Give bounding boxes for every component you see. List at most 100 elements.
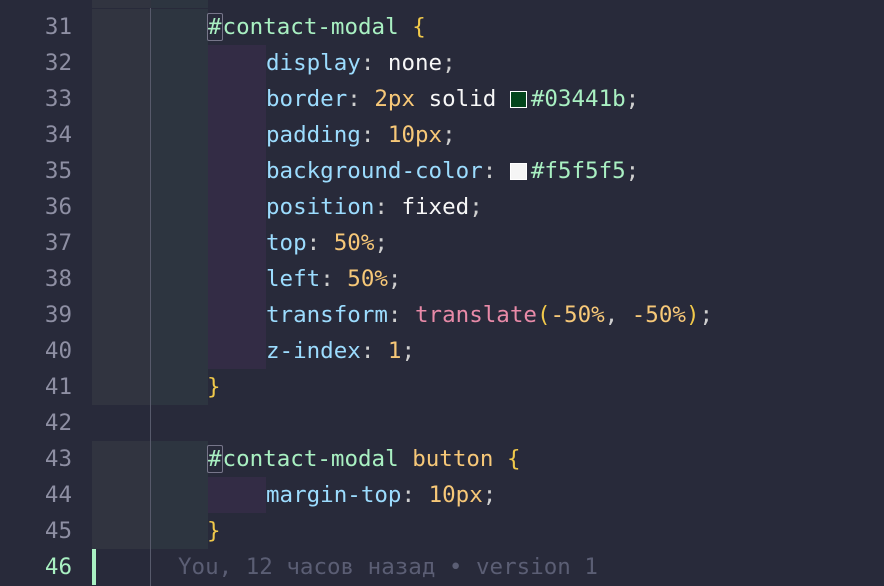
line-number: 45 bbox=[44, 518, 72, 544]
line-number: 31 bbox=[44, 14, 72, 40]
code-line[interactable]: 42 bbox=[0, 405, 884, 441]
code-text: position: fixed; bbox=[266, 194, 483, 220]
indent-region bbox=[92, 477, 150, 513]
property-name: padding bbox=[266, 122, 361, 148]
git-blame-annotation: You, 12 часов назад • version 1 bbox=[178, 554, 598, 580]
line-number: 40 bbox=[44, 338, 72, 364]
code-text: top: 50%; bbox=[266, 230, 388, 256]
indent-region bbox=[208, 477, 266, 513]
property-name: background-color bbox=[266, 158, 483, 184]
code-text: margin-top: 10px; bbox=[266, 482, 497, 508]
indent-region bbox=[151, 297, 208, 333]
code-line[interactable]: 40 z-index: 1; bbox=[0, 333, 884, 369]
color-swatch-icon[interactable] bbox=[509, 163, 527, 180]
indent-region bbox=[208, 333, 266, 369]
indent-region bbox=[92, 513, 150, 549]
line-number: 33 bbox=[44, 86, 72, 112]
indent-region bbox=[92, 189, 150, 225]
number-value: 2px bbox=[374, 86, 416, 112]
code-line[interactable]: 31 #contact-modal { bbox=[0, 9, 884, 45]
code-line[interactable]: 32 display: none; bbox=[0, 45, 884, 81]
code-text: z-index: 1; bbox=[266, 338, 416, 364]
indent-region bbox=[151, 477, 208, 513]
line-number: 35 bbox=[44, 158, 72, 184]
code-text: } bbox=[207, 513, 221, 549]
open-brace: { bbox=[412, 14, 426, 40]
line-number: 44 bbox=[44, 482, 72, 508]
indent-region bbox=[151, 333, 208, 369]
code-text: background-color: #f5f5f5; bbox=[266, 158, 640, 184]
code-text: display: none; bbox=[266, 50, 456, 76]
hex-color: #f5f5f5 bbox=[530, 158, 626, 184]
property-value: none bbox=[387, 50, 443, 76]
property-name: display bbox=[266, 50, 361, 76]
code-text: #contact-modal { bbox=[207, 9, 426, 45]
indent-region bbox=[92, 153, 150, 189]
indent-region bbox=[208, 261, 266, 297]
code-line[interactable]: 37 top: 50%; bbox=[0, 225, 884, 261]
indent-region bbox=[92, 441, 150, 477]
hex-color: #03441b bbox=[530, 86, 626, 112]
number-value: 10px bbox=[428, 482, 483, 508]
indent-region bbox=[151, 189, 208, 225]
code-line[interactable]: 38 left: 50%; bbox=[0, 261, 884, 297]
indent-region bbox=[151, 225, 208, 261]
code-line[interactable]: 35 background-color: #f5f5f5; bbox=[0, 153, 884, 189]
number-value: 50% bbox=[333, 230, 375, 256]
close-brace: } bbox=[207, 374, 221, 400]
line-number: 42 bbox=[44, 410, 72, 436]
indent-region bbox=[208, 297, 266, 333]
code-editor[interactable]: 31 #contact-modal { 32 display: none; 33… bbox=[0, 0, 884, 586]
property-name: border bbox=[266, 86, 348, 112]
indent-region bbox=[92, 369, 150, 405]
line-number: 39 bbox=[44, 302, 72, 328]
selector-hash: # bbox=[207, 445, 223, 473]
indent-region bbox=[92, 9, 150, 45]
code-line[interactable]: 41 } bbox=[0, 369, 884, 405]
indent-region bbox=[208, 81, 266, 117]
code-text: } bbox=[207, 369, 221, 405]
code-line[interactable]: 44 margin-top: 10px; bbox=[0, 477, 884, 513]
color-swatch-icon[interactable] bbox=[509, 91, 527, 108]
code-line[interactable]: 36 position: fixed; bbox=[0, 189, 884, 225]
code-line[interactable]: 33 border: 2px solid #03441b; bbox=[0, 81, 884, 117]
property-value: fixed bbox=[401, 194, 470, 220]
indent-region bbox=[208, 225, 266, 261]
line-number: 46 bbox=[44, 554, 72, 580]
indent-region bbox=[208, 153, 266, 189]
number-value: 1 bbox=[387, 338, 402, 364]
line-number: 37 bbox=[44, 230, 72, 256]
line-number: 38 bbox=[44, 266, 72, 292]
code-line-current[interactable]: 46 You, 12 часов назад • version 1 bbox=[0, 549, 884, 585]
indent-region bbox=[151, 369, 208, 405]
property-name: transform bbox=[266, 302, 388, 328]
indent-region bbox=[151, 153, 208, 189]
indent-region bbox=[208, 189, 266, 225]
line-number: 36 bbox=[44, 194, 72, 220]
indent-region bbox=[92, 81, 150, 117]
indent-region bbox=[151, 9, 208, 45]
indent-region bbox=[92, 297, 150, 333]
code-line[interactable]: 45 } bbox=[0, 513, 884, 549]
property-name: left bbox=[266, 266, 321, 292]
indent-region bbox=[92, 261, 150, 297]
git-added-indicator bbox=[92, 549, 96, 585]
indent-region bbox=[208, 117, 266, 153]
selector: contact-modal bbox=[222, 14, 399, 40]
number-value: 50% bbox=[347, 266, 388, 292]
code-text: transform: translate(-50%, -50%); bbox=[266, 302, 714, 328]
code-line[interactable]: 34 padding: 10px; bbox=[0, 117, 884, 153]
code-line[interactable]: 43 #contact-modal button { bbox=[0, 441, 884, 477]
line-number: 32 bbox=[44, 50, 72, 76]
function-name: translate bbox=[415, 302, 537, 328]
indent-region bbox=[151, 45, 208, 81]
indent-region bbox=[92, 117, 150, 153]
indent-region bbox=[151, 0, 208, 8]
indent-region bbox=[92, 225, 150, 261]
indent-region bbox=[92, 333, 150, 369]
indent-region bbox=[151, 261, 208, 297]
code-line[interactable]: 39 transform: translate(-50%, -50%); bbox=[0, 297, 884, 333]
line-number: 43 bbox=[44, 446, 72, 472]
property-value: solid bbox=[428, 86, 497, 112]
number-value: -50% bbox=[550, 302, 605, 328]
